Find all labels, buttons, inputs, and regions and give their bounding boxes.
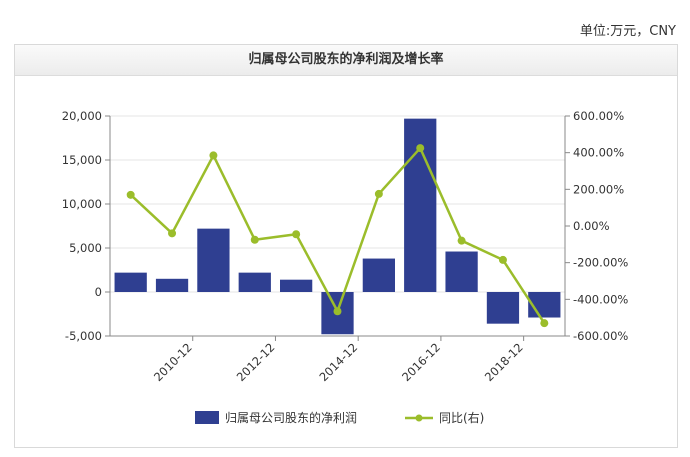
bar (197, 228, 230, 292)
left-tick-label: 20,000 (62, 109, 102, 123)
right-tick-label: -400.00% (573, 292, 628, 306)
line-point (250, 235, 259, 244)
x-tick-label: 2012-12 (234, 340, 278, 384)
line-point (498, 255, 507, 264)
legend: 归属母公司股东的净利润 同比(右) (195, 410, 484, 425)
chart-svg: -5,000 0 5,000 10,000 15,000 20,000 -600.00% -4… (62, 109, 629, 425)
legend-line-label: 同比(右) (439, 410, 484, 425)
bar (445, 251, 478, 292)
bar (280, 279, 313, 292)
line-point (416, 144, 425, 153)
right-tick-label: 200.00% (573, 182, 624, 196)
bar-series (114, 118, 561, 335)
x-tick-label: 2010-12 (151, 340, 195, 384)
right-tick-label: 600.00% (573, 109, 624, 123)
line-point (292, 230, 301, 239)
line-point (374, 189, 383, 198)
bar (486, 292, 520, 324)
right-tick-label: 0.00% (573, 219, 610, 233)
bar (238, 272, 271, 292)
right-tick-label: -600.00% (573, 329, 628, 343)
line-point (126, 190, 135, 199)
legend-bar-swatch (195, 411, 219, 424)
bar (362, 258, 395, 292)
x-tick-label: 2016-12 (399, 340, 443, 384)
bar (155, 278, 189, 292)
left-tick-label: 15,000 (62, 153, 102, 167)
bar (114, 272, 147, 292)
legend-bar-label: 归属母公司股东的净利润 (225, 410, 357, 425)
line-point (333, 307, 342, 316)
left-tick-label: 5,000 (69, 241, 102, 255)
left-tick-label: 0 (95, 285, 102, 299)
left-tick-label: 10,000 (62, 197, 102, 211)
left-tick-label: -5,000 (65, 329, 102, 343)
right-tick-label: 400.00% (573, 146, 624, 160)
line-point (209, 151, 218, 160)
line-point (457, 236, 466, 245)
right-tick-label: -200.00% (573, 256, 628, 270)
x-tick-label: 2018-12 (482, 340, 526, 384)
axes: -5,000 0 5,000 10,000 15,000 20,000 -600.00% -4… (62, 109, 629, 384)
line-point (540, 319, 549, 328)
x-tick-label: 2014-12 (316, 340, 360, 384)
legend-line-marker (415, 414, 423, 422)
line-point (168, 229, 177, 238)
